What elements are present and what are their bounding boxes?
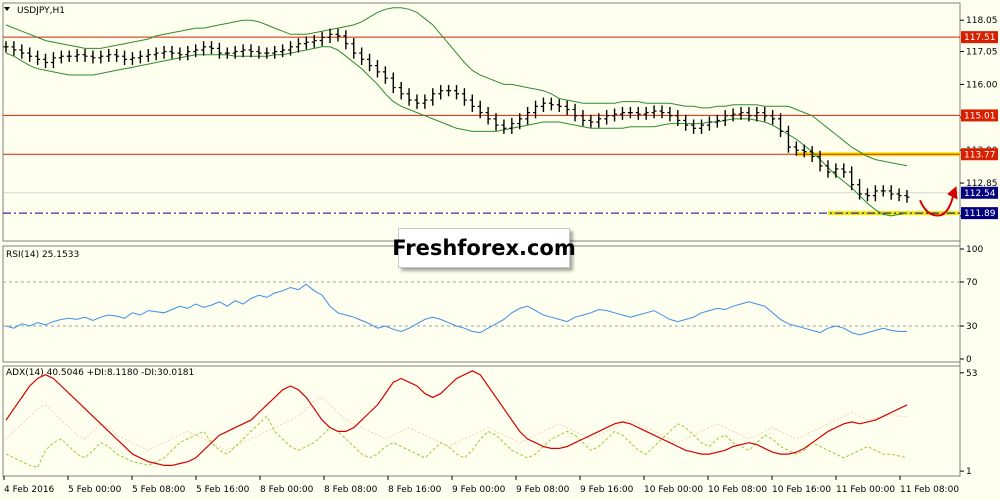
rsi-tick-label: 30 — [966, 322, 978, 332]
time-tick-label: 11 Feb 08:00 — [900, 485, 959, 495]
time-tick-label: 11 Feb 00:00 — [836, 485, 895, 495]
watermark-logo: Freshforex.com — [392, 228, 576, 268]
adx-tick-label: 1 — [966, 467, 972, 477]
time-tick-label: 8 Feb 16:00 — [388, 485, 442, 495]
adx-title: ADX(14) 40.5046 +DI:8.1180 -DI:30.0181 — [6, 368, 194, 378]
time-tick-label: 8 Feb 00:00 — [260, 485, 314, 495]
time-tick-label: 10 Feb 00:00 — [644, 485, 703, 495]
time-tick-label: 8 Feb 08:00 — [324, 485, 378, 495]
level-tag-label: 115.01 — [964, 111, 996, 121]
level-tag-label: 111.89 — [964, 209, 996, 219]
rsi-title: RSI(14) 25.1533 — [6, 250, 79, 260]
rsi-tick-label: 0 — [966, 355, 972, 365]
time-tick-label: 10 Feb 16:00 — [772, 485, 831, 495]
price-tick-label: 116.00 — [966, 80, 998, 90]
rsi-tick-label: 70 — [966, 278, 978, 288]
price-tick-label: 117.05 — [966, 48, 998, 58]
price-tick-label: 118.05 — [966, 16, 998, 26]
time-tick-label: 4 Feb 2016 — [4, 485, 55, 495]
level-tag-label: 113.77 — [964, 150, 996, 160]
time-tick-label: 10 Feb 08:00 — [708, 485, 767, 495]
main-title: USDJPY,H1 — [17, 6, 65, 16]
time-tick-label: 9 Feb 08:00 — [516, 485, 570, 495]
time-tick-label: 5 Feb 08:00 — [132, 485, 186, 495]
time-tick-label: 5 Feb 00:00 — [68, 485, 122, 495]
level-tag-label: 117.51 — [964, 33, 996, 43]
last-price-label: 112.54 — [964, 189, 996, 199]
time-tick-label: 5 Feb 16:00 — [196, 485, 250, 495]
rsi-tick-label: 100 — [966, 245, 983, 255]
adx-tick-label: 53 — [966, 369, 977, 379]
time-tick-label: 9 Feb 00:00 — [452, 485, 506, 495]
time-tick-label: 9 Feb 16:00 — [580, 485, 634, 495]
